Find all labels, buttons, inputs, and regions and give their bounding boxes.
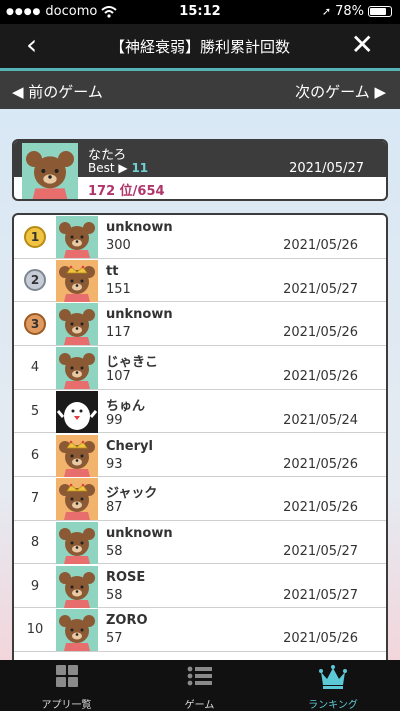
rank-number: 10 <box>26 622 44 638</box>
rank-number: 8 <box>30 534 40 550</box>
avatar <box>56 478 98 521</box>
grid-icon <box>55 665 78 687</box>
avatar <box>56 390 98 433</box>
player-date: 2021/05/27 <box>283 281 358 297</box>
player-date: 2021/05/26 <box>283 238 358 253</box>
bronze-medal-icon: 3 <box>24 312 46 335</box>
rank-number: 5 <box>30 403 40 419</box>
player-score: 58 <box>106 543 123 559</box>
my-date: 2021/05/27 <box>289 161 364 176</box>
player-name: unknown <box>106 307 173 323</box>
player-score: 107 <box>106 369 131 385</box>
avatar <box>56 303 98 346</box>
table-row[interactable]: 6 Cheryl 93 2021/05/26 <box>14 434 386 477</box>
list-icon <box>187 666 212 686</box>
table-row[interactable]: 9 ROSE 58 2021/05/27 <box>14 565 386 609</box>
tab-label: アプリ一覧 <box>41 700 92 711</box>
player-name: unknown <box>106 220 173 235</box>
avatar <box>56 347 98 390</box>
gold-medal-icon: 1 <box>24 225 46 248</box>
player-score: 57 <box>106 631 123 647</box>
table-row[interactable]: 7 ジャック 87 2021/05/26 <box>14 477 386 521</box>
navigation-bar: ‹ 【神経衰弱】勝利累計回数 ✕ <box>0 24 400 68</box>
tab-app-list[interactable]: アプリ一覧 <box>0 660 133 711</box>
tab-bar: アプリ一覧 ゲーム ランキング <box>0 660 400 711</box>
table-row[interactable]: 4 じゃきこ 107 2021/05/26 <box>14 346 386 390</box>
player-date: 2021/05/26 <box>283 325 358 341</box>
player-score: 151 <box>106 281 131 297</box>
tab-label: ゲーム <box>184 700 215 711</box>
rank-number: 2 <box>14 259 56 302</box>
next-game-button[interactable]: 次のゲーム ▶ <box>295 81 386 102</box>
rank-number: 4 <box>30 360 40 376</box>
player-date: 2021/05/26 <box>283 631 358 647</box>
close-icon[interactable]: ✕ <box>351 30 374 60</box>
prev-game-button[interactable]: ◀ 前のゲーム <box>12 81 103 102</box>
player-name: じゃきこ <box>106 355 159 371</box>
table-row[interactable]: 8 unknown 58 2021/05/27 <box>14 521 386 565</box>
my-rank: 172 位/654 <box>88 184 165 199</box>
avatar <box>56 521 98 564</box>
player-score: 300 <box>106 238 131 253</box>
silver-medal-icon: 2 <box>24 269 46 292</box>
rank-number: 9 <box>30 578 40 594</box>
player-name: tt <box>106 263 119 279</box>
battery-icon <box>368 6 392 17</box>
player-score: 58 <box>106 587 123 603</box>
player-date: 2021/05/27 <box>283 587 358 603</box>
player-name: ちゅん <box>106 398 146 414</box>
player-score: 117 <box>106 325 131 341</box>
avatar <box>56 434 98 477</box>
rank-number: 1 <box>14 215 56 258</box>
player-name: ZORO <box>106 613 148 629</box>
ranking-content[interactable]: なたろ Best ▶ 11 2021/05/27 172 位/654 1 unkn… <box>0 109 400 673</box>
my-best: Best ▶ 11 <box>88 161 149 175</box>
player-score: 99 <box>106 412 123 428</box>
table-row[interactable]: 2 tt 151 2021/05/27 <box>14 259 386 303</box>
table-row[interactable]: 5 ちゅん 99 2021/05/24 <box>14 390 386 434</box>
player-name: Cheryl <box>106 438 153 454</box>
status-bar: ●●●● docomo 15:12 ➚ 78% <box>0 0 400 24</box>
tab-ranking[interactable]: ランキング <box>266 660 400 711</box>
player-name: ジャック <box>106 486 158 502</box>
avatar <box>56 609 98 652</box>
crown-icon <box>319 665 347 689</box>
player-date: 2021/05/24 <box>283 412 358 428</box>
player-score: 93 <box>106 456 123 472</box>
game-navigation: ◀ 前のゲーム 次のゲーム ▶ <box>0 71 400 109</box>
player-score: 87 <box>106 500 123 516</box>
location-icon: ➚ <box>321 5 332 18</box>
avatar <box>56 216 98 258</box>
battery-percent: 78% <box>335 4 364 19</box>
tab-label: ランキング <box>308 700 358 711</box>
player-name: unknown <box>106 525 173 541</box>
rank-number: 7 <box>30 491 40 507</box>
avatar <box>56 259 98 302</box>
avatar <box>56 565 98 608</box>
table-row[interactable]: 1 unknown 300 2021/05/26 <box>14 215 386 259</box>
back-chevron-icon[interactable]: ‹ <box>26 30 37 60</box>
page-title: 【神経衰弱】勝利累計回数 <box>109 38 290 56</box>
player-name: ROSE <box>106 569 146 585</box>
ranking-list[interactable]: 1 unknown 300 2021/05/26 2 tt 151 2021/05/27 3 un… <box>12 213 388 673</box>
table-row[interactable]: 3 unknown 117 2021/05/26 <box>14 302 386 346</box>
tab-games[interactable]: ゲーム <box>133 660 266 711</box>
player-date: 2021/05/26 <box>283 369 358 385</box>
table-row[interactable]: 10 ZORO 57 2021/05/26 <box>14 608 386 652</box>
avatar <box>18 143 82 199</box>
player-date: 2021/05/26 <box>283 456 358 472</box>
player-date: 2021/05/27 <box>283 543 358 559</box>
rank-number: 3 <box>14 302 56 345</box>
my-rank-card: なたろ Best ▶ 11 2021/05/27 172 位/654 <box>12 139 388 201</box>
rank-number: 6 <box>30 447 40 463</box>
player-date: 2021/05/26 <box>283 500 358 516</box>
